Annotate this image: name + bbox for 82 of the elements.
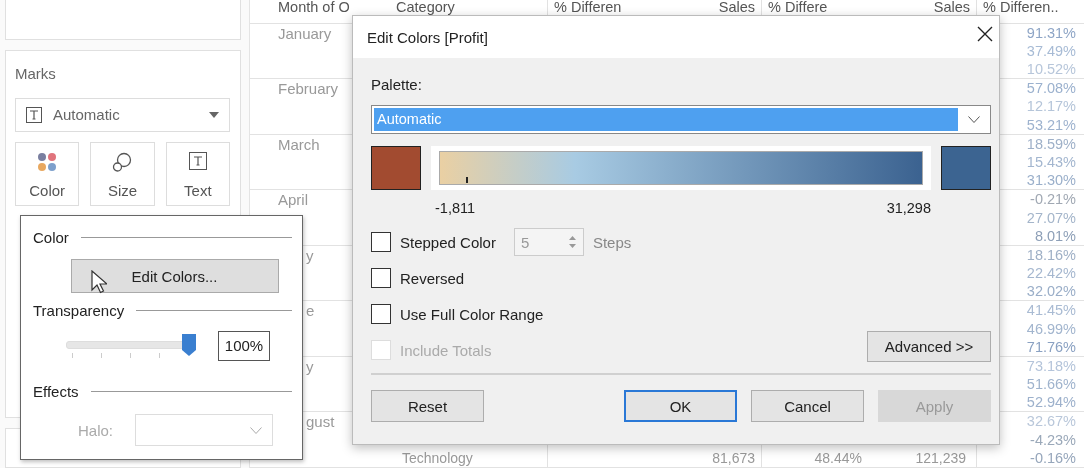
transparency-slider[interactable] [66,334,196,358]
table-cell: 37.49% [1026,42,1076,59]
table-cell: 41.45% [1026,302,1076,319]
checkbox-label: Stepped Color [400,233,496,251]
section-heading: Color [33,229,69,246]
steps-label: Steps [592,233,632,251]
mark-card-button[interactable]: Size [90,141,155,206]
table-cell: 51.66% [1026,376,1076,393]
month-label: April [278,191,308,209]
table-cell: 46.99% [1026,320,1076,337]
table-cell: 27.07% [1026,209,1076,226]
table-cell: 8.01% [1034,227,1076,244]
mark-card-button[interactable]: Text [165,141,230,206]
table-cell: 71.76% [1026,338,1076,355]
table-cell: 18.59% [1026,135,1076,152]
table-cell: 12.17% [1026,98,1076,115]
month-label: gust [306,413,335,431]
table-cell: -4.23% [1030,431,1076,448]
table-cell: 18.16% [1026,246,1076,263]
marks-title: Marks [15,64,57,82]
month-label: y [306,357,314,375]
month-label: February [278,80,339,98]
table-cell: 48.44% [814,449,862,466]
checkbox-label: Include Totals [400,341,492,359]
section-heading: Transparency [33,302,125,319]
transparency-field[interactable]: 100% [218,331,270,361]
chevron-down-icon [968,116,980,123]
month-label: e [306,302,315,320]
dialog-button[interactable]: Cancel [751,390,864,422]
chevron-down-icon [250,426,263,434]
checkbox[interactable] [371,232,391,252]
dropdown-arrow-icon [209,111,219,118]
mark-card-button[interactable]: Color [15,141,80,206]
table-cell: 52.94% [1026,394,1076,411]
checkbox-label: Use Full Color Range [400,305,544,323]
table-cell: 32.67% [1026,413,1076,430]
column-header: % Differen [553,0,623,17]
table-cell: 91.31% [1026,24,1076,41]
table-cell: 31.30% [1026,172,1076,189]
table-cell: Technology [402,449,473,466]
table-cell: -0.16% [1030,449,1076,466]
table-cell: 81,673 [712,449,755,466]
month-label: March [278,135,320,153]
column-header: % Differe [767,0,829,17]
range-label: -1,811 [435,200,476,218]
table-cell: 32.02% [1026,283,1076,300]
color-swatch[interactable] [371,146,421,190]
text-mark-icon [188,151,207,170]
dialog-button[interactable]: OK [624,390,737,422]
dialog-button: Apply [878,390,991,422]
edit-colors-button[interactable]: Edit Colors... [70,259,279,293]
window-title: Edit Colors [Profit] [367,28,488,46]
text-mark-icon [26,106,42,123]
mouse-pointer-icon [91,270,107,294]
color-dots-icon [37,151,58,172]
table-cell: 15.43% [1026,154,1076,171]
range-label: 31,298 [886,200,931,218]
checkbox[interactable] [371,268,391,288]
month-label: y [306,246,314,264]
field-label: Palette: [371,76,423,95]
close-icon [977,26,993,42]
spin-arrows-icon [567,235,577,249]
month-label: January [278,24,332,42]
table-cell: 73.18% [1026,357,1076,374]
slider-thumb[interactable] [182,334,196,356]
table-cell: 53.21% [1026,116,1076,133]
column-header: Month of O [277,0,351,17]
mark-type-dropdown[interactable]: Automatic [15,97,230,132]
color-swatch[interactable] [941,146,991,190]
table-cell: 10.52% [1026,61,1076,77]
column-header: % Differen.. [982,0,1060,17]
halo-label: Halo: [78,421,114,439]
table-cell: 57.08% [1026,80,1076,97]
checkbox[interactable] [371,304,391,324]
dialog-button[interactable]: Reset [371,390,484,422]
table-cell: 22.42% [1026,265,1076,282]
advanced-button[interactable]: Advanced >> [867,330,991,362]
table-cell: 121,239 [915,449,966,466]
section-heading: Effects [33,383,79,400]
table-cell: -0.21% [1030,191,1076,208]
checkbox-label: Reversed [400,269,465,287]
size-circles-icon [112,151,133,172]
